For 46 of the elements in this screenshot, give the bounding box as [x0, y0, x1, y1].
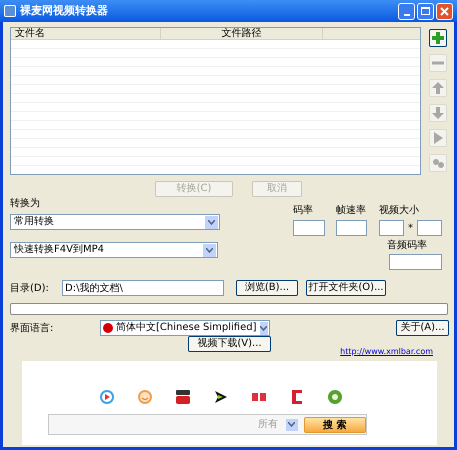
height-field[interactable] — [417, 220, 442, 236]
plus-icon — [431, 31, 445, 45]
bitrate-label: 码率 — [293, 204, 314, 218]
width-field[interactable] — [379, 220, 404, 236]
column-header[interactable]: 文件路径 — [161, 28, 323, 39]
open-folder-button[interactable]: 打开文件夹(O)... — [306, 280, 386, 296]
audio-bitrate-field[interactable] — [389, 254, 442, 270]
language-dropdown[interactable]: 简体中文[Chinese Simplified] — [100, 320, 270, 336]
plus-button[interactable] — [429, 29, 447, 47]
bracket-logo-icon[interactable] — [289, 389, 305, 405]
convert-to-label: 转换为 — [10, 198, 41, 210]
arrow-logo-icon[interactable] — [213, 389, 229, 405]
video-size-label: 视频大小 — [379, 204, 420, 218]
directory-label: 目录(D): — [10, 282, 50, 296]
down-arrow-icon — [431, 106, 445, 120]
maximize-button[interactable] — [417, 2, 434, 20]
search-field[interactable]: 所有 搜 索 — [48, 414, 367, 435]
close-icon — [440, 6, 449, 16]
language-label: 界面语言: — [10, 322, 54, 336]
minimize-button[interactable] — [398, 2, 415, 20]
smiley-icon[interactable] — [137, 389, 153, 405]
format-category-dropdown[interactable]: 常用转换 — [10, 214, 220, 230]
website-link[interactable]: http://www.xmlbar.com — [340, 346, 433, 358]
play-icon — [431, 131, 445, 145]
column-header[interactable]: 文件名 — [11, 28, 161, 39]
size-separator: * — [407, 222, 414, 236]
audio-bitrate-label: 音频码率 — [387, 238, 427, 253]
maximize-icon — [421, 7, 430, 15]
search-button[interactable]: 搜 索 — [304, 416, 366, 432]
directory-field[interactable]: D:\我的文档\ — [62, 280, 224, 296]
bitrate-field[interactable] — [293, 220, 325, 236]
preset-dropdown[interactable]: 快速转换F4V到MP4 — [10, 242, 218, 258]
window-title: 裸麦网视频转换器 — [20, 2, 109, 19]
about-button[interactable]: 关于(A)... — [396, 320, 449, 336]
scope-dropdown-icon[interactable] — [286, 418, 298, 430]
browse-button[interactable]: 浏览(B)... — [236, 280, 298, 296]
gears-icon — [431, 156, 445, 170]
play-icon[interactable] — [99, 389, 115, 405]
flag-icon — [103, 323, 113, 333]
close-button[interactable] — [436, 2, 453, 20]
video-download-button[interactable]: 视频下载(V)... — [188, 336, 271, 352]
app-icon — [4, 5, 16, 17]
framerate-label: 帧速率 — [336, 204, 367, 218]
framerate-field[interactable] — [336, 220, 367, 236]
minimize-icon — [404, 14, 410, 16]
up-arrow-icon — [431, 81, 445, 95]
